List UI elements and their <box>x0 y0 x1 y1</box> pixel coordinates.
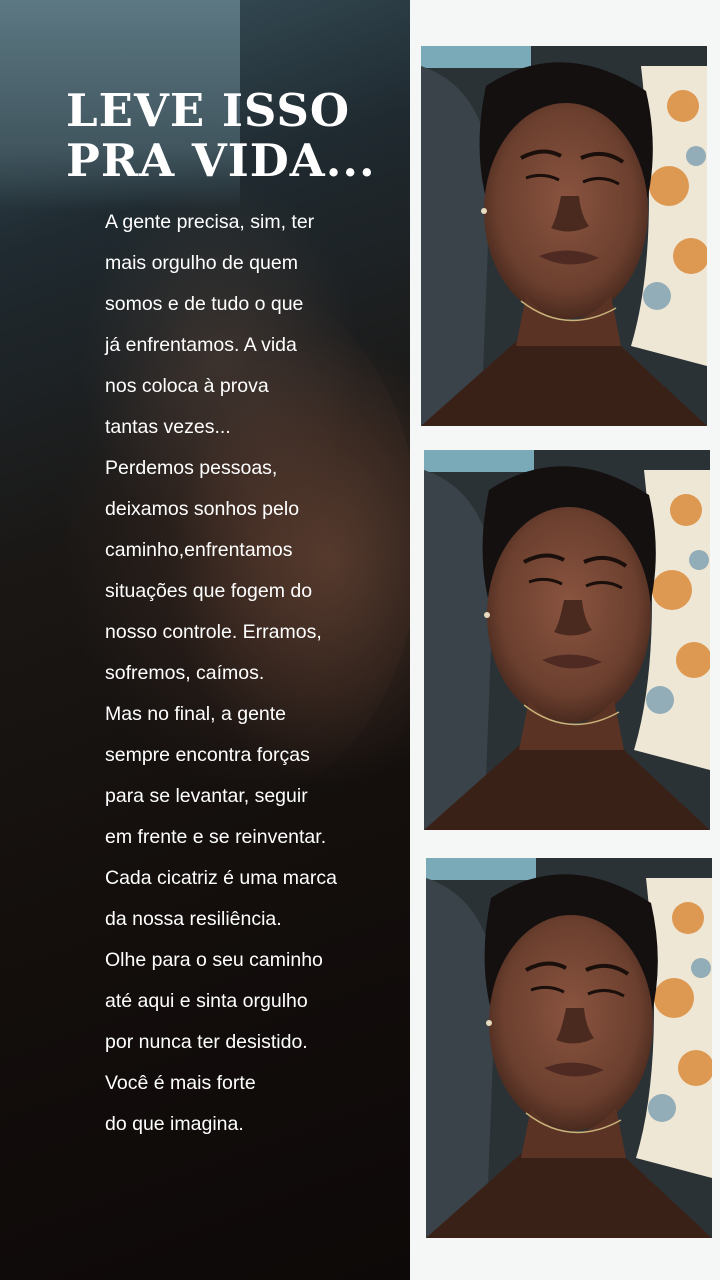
poem-line: caminho,enfrentamos <box>105 539 293 561</box>
title-line-1: LEVE ISSO <box>66 84 351 137</box>
title-line-2: PRA VIDA... <box>66 134 376 187</box>
poem-text: A gente precisa, sim, ter mais orgulho d… <box>105 202 405 1145</box>
poem-line: sofremos, caímos. <box>105 662 265 684</box>
poem-line: mais orgulho de quem <box>105 252 298 274</box>
poem-line: A gente precisa, sim, ter <box>105 211 315 233</box>
poem-line: Cada cicatriz é uma marca <box>105 867 337 889</box>
poem-line: somos e de tudo o que <box>105 293 304 315</box>
poem-line: situações que fogem do <box>105 580 313 602</box>
poem-line: tantas vezes... <box>105 416 231 438</box>
poem-line: até aqui e sinta orgulho <box>105 990 308 1012</box>
background-photo: LEVE ISSO PRA VIDA... A gente precisa, s… <box>0 0 410 1280</box>
poem-line: deixamos sonhos pelo <box>105 498 300 520</box>
selfie-photo-1 <box>421 46 707 426</box>
poem-line: da nossa resiliência. <box>105 908 282 930</box>
poem-line: Você é mais forte <box>105 1072 256 1094</box>
poem-line: do que imagina. <box>105 1113 244 1135</box>
poem-line: já enfrentamos. A vida <box>105 334 297 356</box>
poem-line: Mas no final, a gente <box>105 703 287 725</box>
poem-line: em frente e se reinventar. <box>105 826 327 848</box>
poem-line: Perdemos pessoas, <box>105 457 278 479</box>
page-title: LEVE ISSO PRA VIDA... <box>66 86 376 186</box>
poem-line: nos coloca à prova <box>105 375 269 397</box>
poem-line: por nunca ter desistido. <box>105 1031 308 1053</box>
poem-line: nosso controle. Erramos, <box>105 621 322 643</box>
poem-line: sempre encontra forças <box>105 744 310 766</box>
poem-line: para se levantar, seguir <box>105 785 308 807</box>
selfie-photo-3 <box>426 858 712 1238</box>
poem-line: Olhe para o seu caminho <box>105 949 323 971</box>
selfie-photo-2 <box>424 450 710 830</box>
